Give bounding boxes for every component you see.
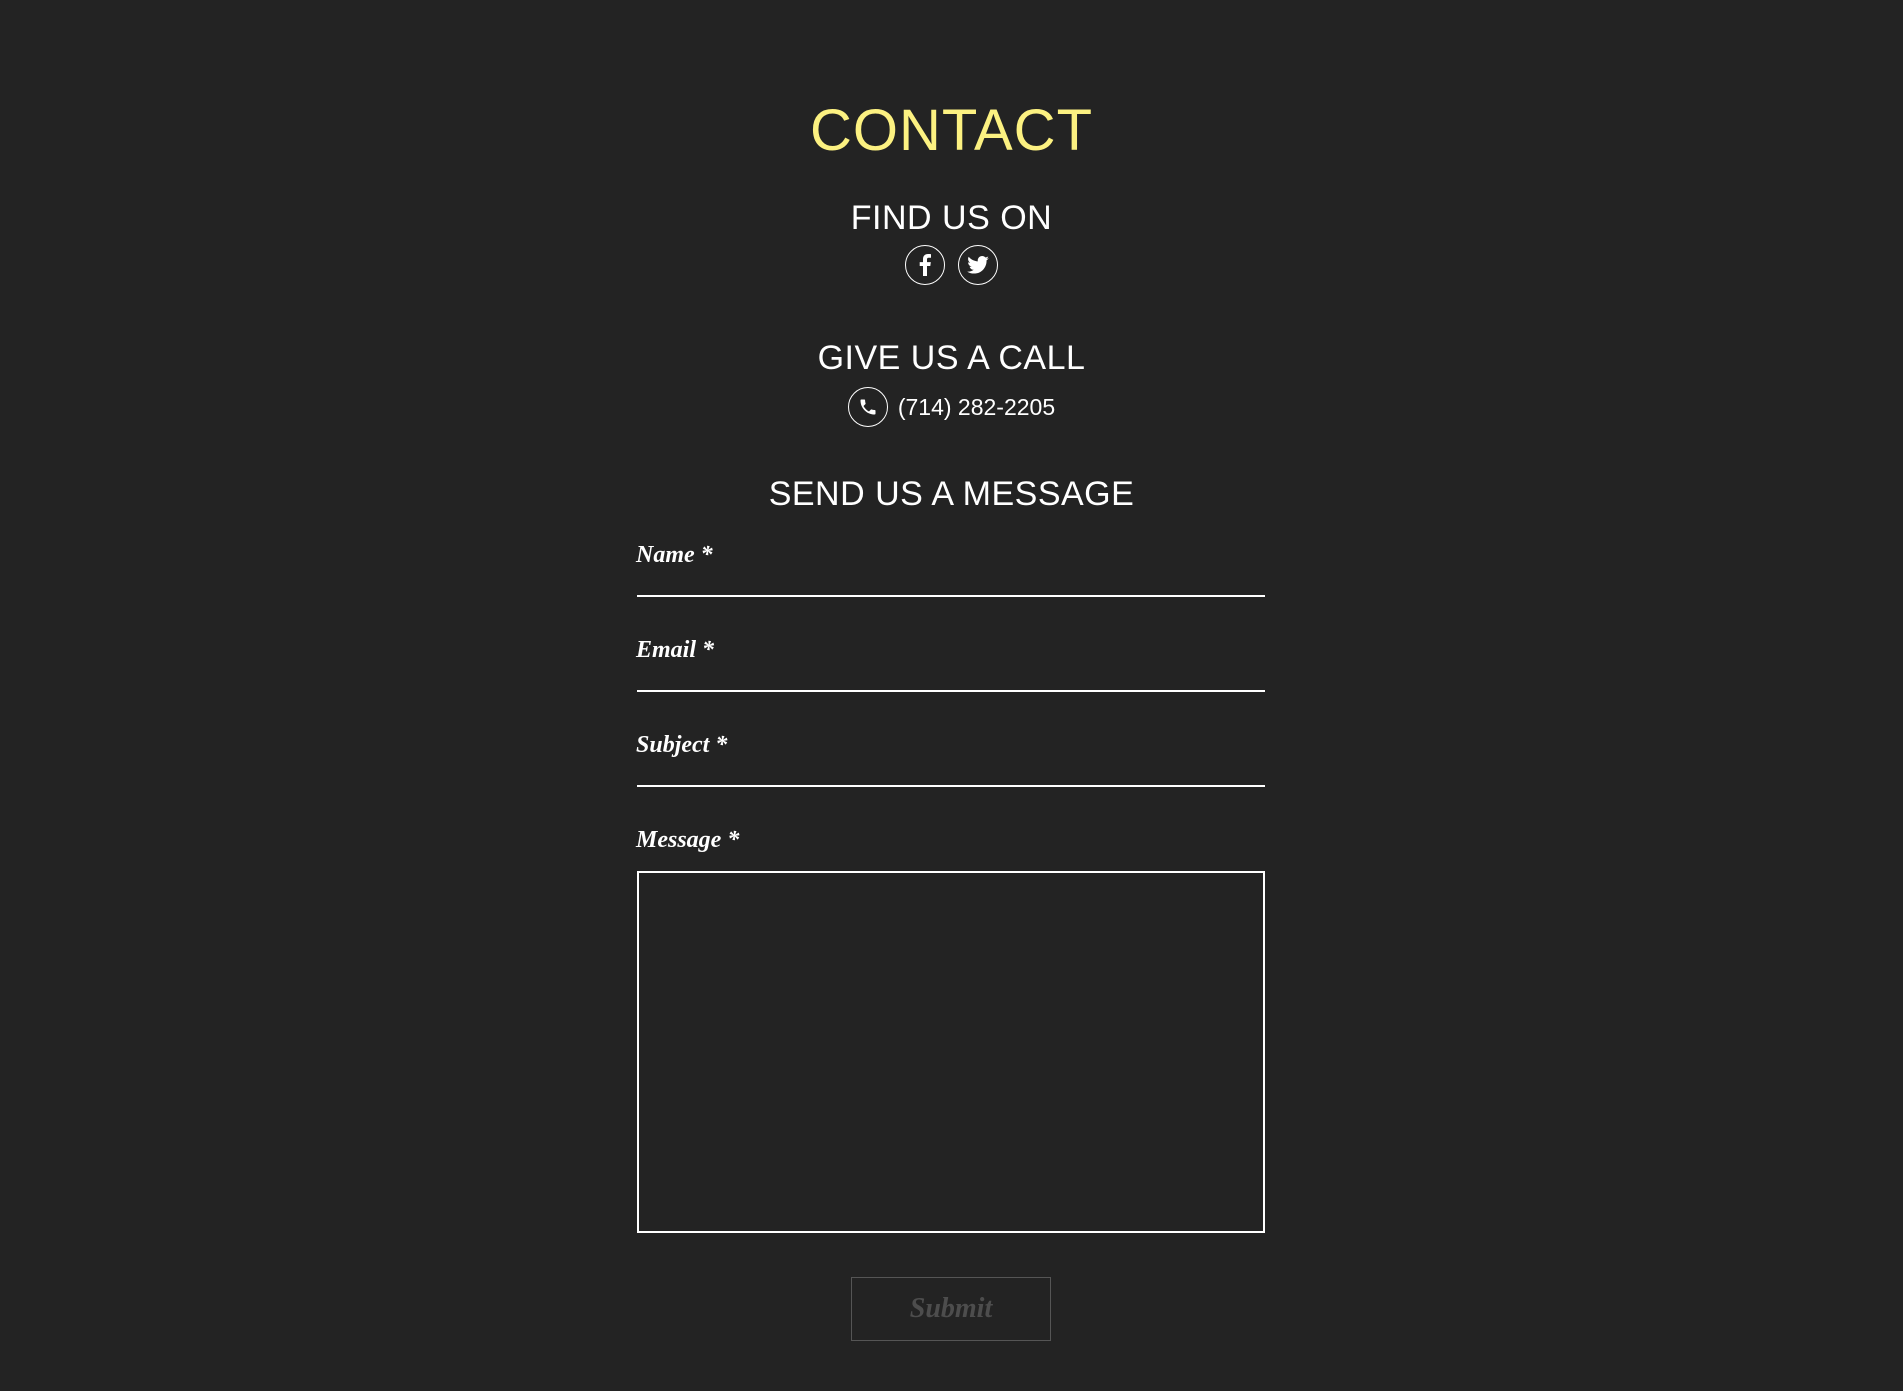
social-links bbox=[0, 245, 1903, 285]
subject-input[interactable] bbox=[637, 785, 1265, 787]
find-us-heading: FIND US ON bbox=[850, 199, 1053, 237]
send-message-heading: SEND US A MESSAGE bbox=[768, 475, 1135, 513]
message-label: Message * bbox=[636, 827, 740, 853]
phone-number[interactable]: (714) 282-2205 bbox=[898, 394, 1055, 421]
email-input[interactable] bbox=[637, 690, 1265, 692]
message-textarea[interactable] bbox=[637, 871, 1265, 1233]
phone-icon bbox=[847, 387, 888, 427]
email-label: Email * bbox=[636, 637, 715, 663]
call-heading: GIVE US A CALL bbox=[817, 339, 1086, 377]
name-label: Name * bbox=[636, 542, 713, 568]
submit-button[interactable]: Submit bbox=[851, 1277, 1051, 1341]
twitter-icon[interactable] bbox=[958, 245, 998, 285]
name-input[interactable] bbox=[637, 595, 1265, 597]
subject-label: Subject * bbox=[636, 732, 728, 758]
facebook-icon[interactable] bbox=[905, 245, 945, 285]
phone-row: (714) 282-2205 bbox=[0, 387, 1903, 427]
page-title: CONTACT bbox=[809, 98, 1093, 163]
